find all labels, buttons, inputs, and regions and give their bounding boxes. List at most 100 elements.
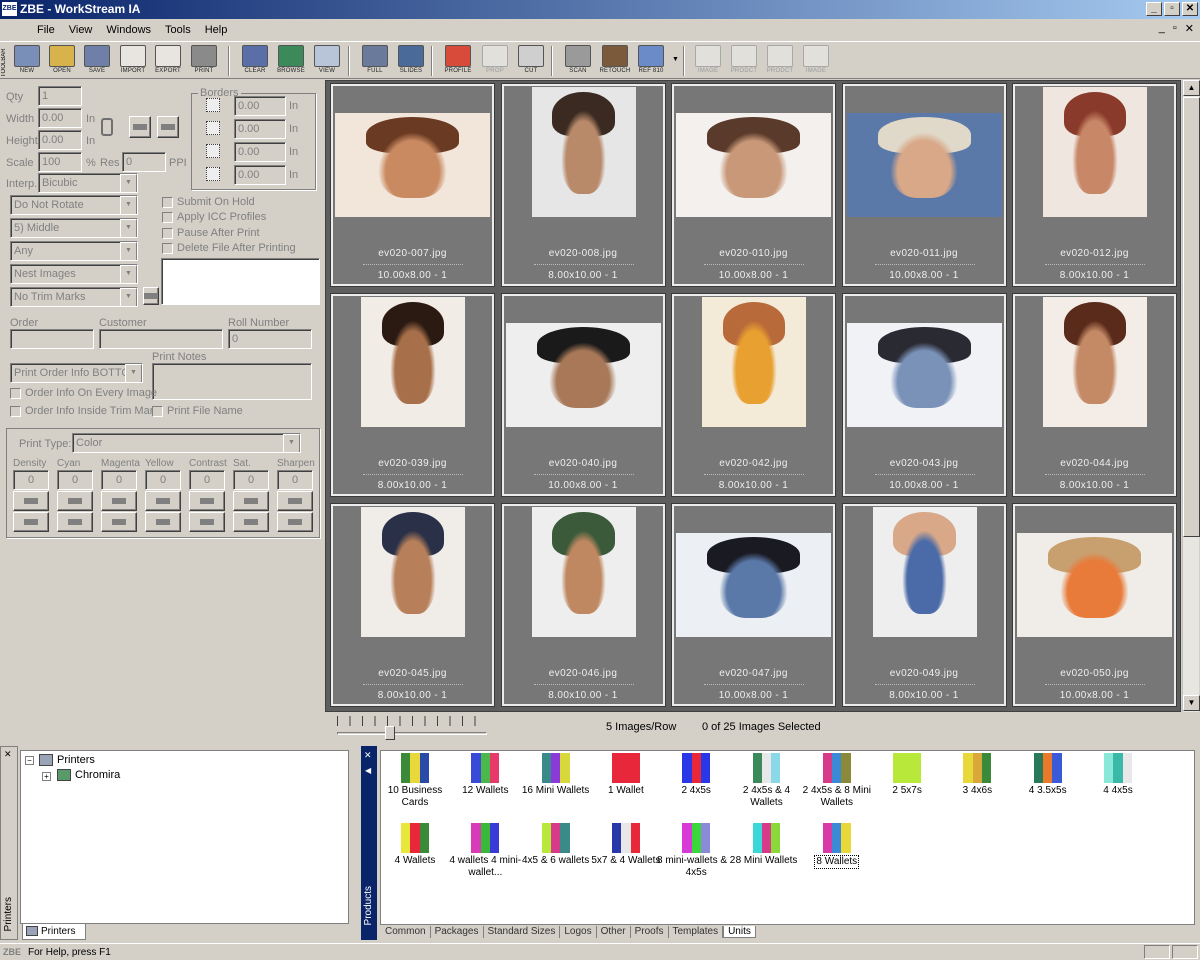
product-item[interactable]: 8 mini-wallets & 2 4x5s bbox=[656, 823, 736, 879]
toolbar-profile-button[interactable]: PROFILE bbox=[441, 44, 475, 78]
zoom-slider-track[interactable] bbox=[337, 732, 487, 735]
adjust-up-button[interactable] bbox=[101, 491, 137, 511]
toolbar-ref-810-button[interactable]: REF 810 bbox=[634, 44, 668, 78]
printers-dock-close-icon[interactable]: ✕ bbox=[4, 750, 13, 759]
print-notes-field[interactable] bbox=[152, 363, 312, 400]
product-tab-templates[interactable]: Templates bbox=[669, 926, 724, 938]
image-cell[interactable]: ev020-011.jpg 10.00x8.00 - 1 bbox=[841, 83, 1007, 287]
product-item[interactable]: 4 Wallets bbox=[375, 823, 455, 867]
border-top-field[interactable]: 0.00 bbox=[234, 96, 286, 116]
fit-button[interactable] bbox=[129, 116, 151, 138]
profile-list-box[interactable] bbox=[161, 258, 320, 305]
product-tab-standard-sizes[interactable]: Standard Sizes bbox=[484, 926, 561, 938]
menu-file[interactable]: File bbox=[30, 24, 62, 36]
product-tab-units[interactable]: Units bbox=[723, 926, 756, 938]
photo-thumbnail[interactable] bbox=[531, 87, 636, 217]
adjust-magenta-field[interactable]: 0 bbox=[101, 470, 137, 490]
submit-on-hold-checkbox[interactable]: Submit On Hold bbox=[162, 196, 255, 208]
product-item[interactable]: 12 Wallets bbox=[445, 753, 525, 797]
toolbar-image-button[interactable]: IMAGE bbox=[799, 44, 833, 78]
aspect-lock-icon[interactable] bbox=[101, 118, 113, 136]
toolbar-dropdown-arrow-icon[interactable]: ▼ bbox=[672, 56, 679, 63]
photo-thumbnail[interactable] bbox=[531, 507, 636, 637]
image-cell[interactable]: ev020-050.jpg 10.00x8.00 - 1 bbox=[1012, 503, 1177, 707]
image-cell[interactable]: ev020-046.jpg 8.00x10.00 - 1 bbox=[500, 503, 666, 707]
toolbar-prop-button[interactable]: PROP bbox=[478, 44, 512, 78]
scale-field[interactable]: 100 bbox=[38, 152, 82, 172]
mdi-minimize-button[interactable]: _ bbox=[1159, 22, 1165, 35]
close-button[interactable]: ✕ bbox=[1182, 2, 1198, 16]
adjust-up-button[interactable] bbox=[189, 491, 225, 511]
adjust-cyan-field[interactable]: 0 bbox=[57, 470, 93, 490]
mdi-close-button[interactable]: ✕ bbox=[1185, 22, 1194, 35]
products-scroll-icon[interactable]: ◀ bbox=[365, 766, 371, 775]
restore-button[interactable]: ▫ bbox=[1164, 2, 1180, 16]
trim-select[interactable]: No Trim Marks bbox=[10, 287, 138, 307]
toolbar-import-button[interactable]: IMPORT bbox=[116, 44, 150, 78]
product-item[interactable]: 8 Wallets bbox=[797, 823, 877, 869]
photo-thumbnail[interactable] bbox=[335, 113, 490, 217]
menu-windows[interactable]: Windows bbox=[99, 24, 158, 36]
adjust-down-button[interactable] bbox=[189, 512, 225, 532]
photo-thumbnail[interactable] bbox=[361, 297, 465, 427]
image-cell[interactable]: ev020-040.jpg 10.00x8.00 - 1 bbox=[500, 293, 666, 497]
product-item[interactable]: 4x5 & 6 wallets bbox=[516, 823, 596, 867]
expand-icon[interactable]: + bbox=[42, 772, 51, 781]
photo-thumbnail[interactable] bbox=[1043, 87, 1147, 217]
product-item[interactable]: 4 3.5x5s bbox=[1008, 753, 1088, 797]
adjust-sharpen-field[interactable]: 0 bbox=[277, 470, 313, 490]
roll-field[interactable]: 0 bbox=[228, 329, 312, 349]
rotate-button[interactable] bbox=[157, 116, 179, 138]
photo-thumbnail[interactable] bbox=[1017, 533, 1172, 637]
adjust-sat-field[interactable]: 0 bbox=[233, 470, 269, 490]
adjust-up-button[interactable] bbox=[57, 491, 93, 511]
tree-child-label[interactable]: Chromira bbox=[75, 769, 120, 781]
scroll-down-button[interactable]: ▼ bbox=[1183, 695, 1200, 711]
mdi-restore-button[interactable]: ▫ bbox=[1173, 22, 1177, 35]
product-item[interactable]: 16 Mini Wallets bbox=[516, 753, 596, 797]
product-item[interactable]: 2 4x5s bbox=[656, 753, 736, 797]
position-select[interactable]: 5) Middle bbox=[10, 218, 138, 238]
collapse-icon[interactable]: − bbox=[25, 756, 34, 765]
image-cell[interactable]: ev020-045.jpg 8.00x10.00 - 1 bbox=[330, 503, 495, 707]
adjust-down-button[interactable] bbox=[57, 512, 93, 532]
image-cell[interactable]: ev020-043.jpg 10.00x8.00 - 1 bbox=[841, 293, 1007, 497]
vertical-scrollbar[interactable]: ▲ ▼ bbox=[1182, 80, 1200, 712]
image-cell[interactable]: ev020-049.jpg 8.00x10.00 - 1 bbox=[841, 503, 1007, 707]
customer-field[interactable] bbox=[99, 329, 223, 349]
toolbar-full-button[interactable]: FULL bbox=[358, 44, 392, 78]
adjust-down-button[interactable] bbox=[145, 512, 181, 532]
image-cell[interactable]: ev020-039.jpg 8.00x10.00 - 1 bbox=[330, 293, 495, 497]
product-item[interactable]: 1 Wallet bbox=[586, 753, 666, 797]
image-cell[interactable]: ev020-044.jpg 8.00x10.00 - 1 bbox=[1012, 293, 1177, 497]
adjust-yellow-field[interactable]: 0 bbox=[145, 470, 181, 490]
pause-after-print-checkbox[interactable]: Pause After Print bbox=[162, 227, 260, 239]
res-field[interactable]: 0 bbox=[122, 152, 166, 172]
product-tab-other[interactable]: Other bbox=[597, 926, 631, 938]
nest-select[interactable]: Nest Images bbox=[10, 264, 138, 284]
toolbar-new-button[interactable]: NEW bbox=[10, 44, 44, 78]
border-left-field[interactable]: 0.00 bbox=[234, 119, 286, 139]
adjust-down-button[interactable] bbox=[101, 512, 137, 532]
order-every-checkbox[interactable]: Order Info On Every Image bbox=[10, 387, 157, 399]
photo-thumbnail[interactable] bbox=[676, 113, 831, 217]
adjust-down-button[interactable] bbox=[277, 512, 313, 532]
print-order-select[interactable]: Print Order Info BOTTOM bbox=[10, 363, 143, 383]
product-item[interactable]: 2 4x5s & 8 Mini Wallets bbox=[797, 753, 877, 809]
product-tab-logos[interactable]: Logos bbox=[560, 926, 597, 938]
image-cell[interactable]: ev020-047.jpg 10.00x8.00 - 1 bbox=[671, 503, 836, 707]
qty-field[interactable]: 1 bbox=[38, 86, 82, 106]
adjust-contrast-field[interactable]: 0 bbox=[189, 470, 225, 490]
rotate-select[interactable]: Do Not Rotate bbox=[10, 195, 138, 215]
order-inside-checkbox[interactable]: Order Info Inside Trim Mark bbox=[10, 405, 159, 417]
toolbar-print-button[interactable]: PRINT bbox=[187, 44, 221, 78]
adjust-down-button[interactable] bbox=[13, 512, 49, 532]
product-item[interactable]: 3 4x6s bbox=[937, 753, 1017, 797]
toolbar-open-button[interactable]: OPEN bbox=[45, 44, 79, 78]
printer-select[interactable]: Any bbox=[10, 241, 138, 261]
width-field[interactable]: 0.00 bbox=[38, 108, 82, 128]
image-cell[interactable]: ev020-007.jpg 10.00x8.00 - 1 bbox=[330, 83, 495, 287]
adjust-up-button[interactable] bbox=[233, 491, 269, 511]
toolbar-view-button[interactable]: VIEW bbox=[310, 44, 344, 78]
photo-thumbnail[interactable] bbox=[361, 507, 465, 637]
